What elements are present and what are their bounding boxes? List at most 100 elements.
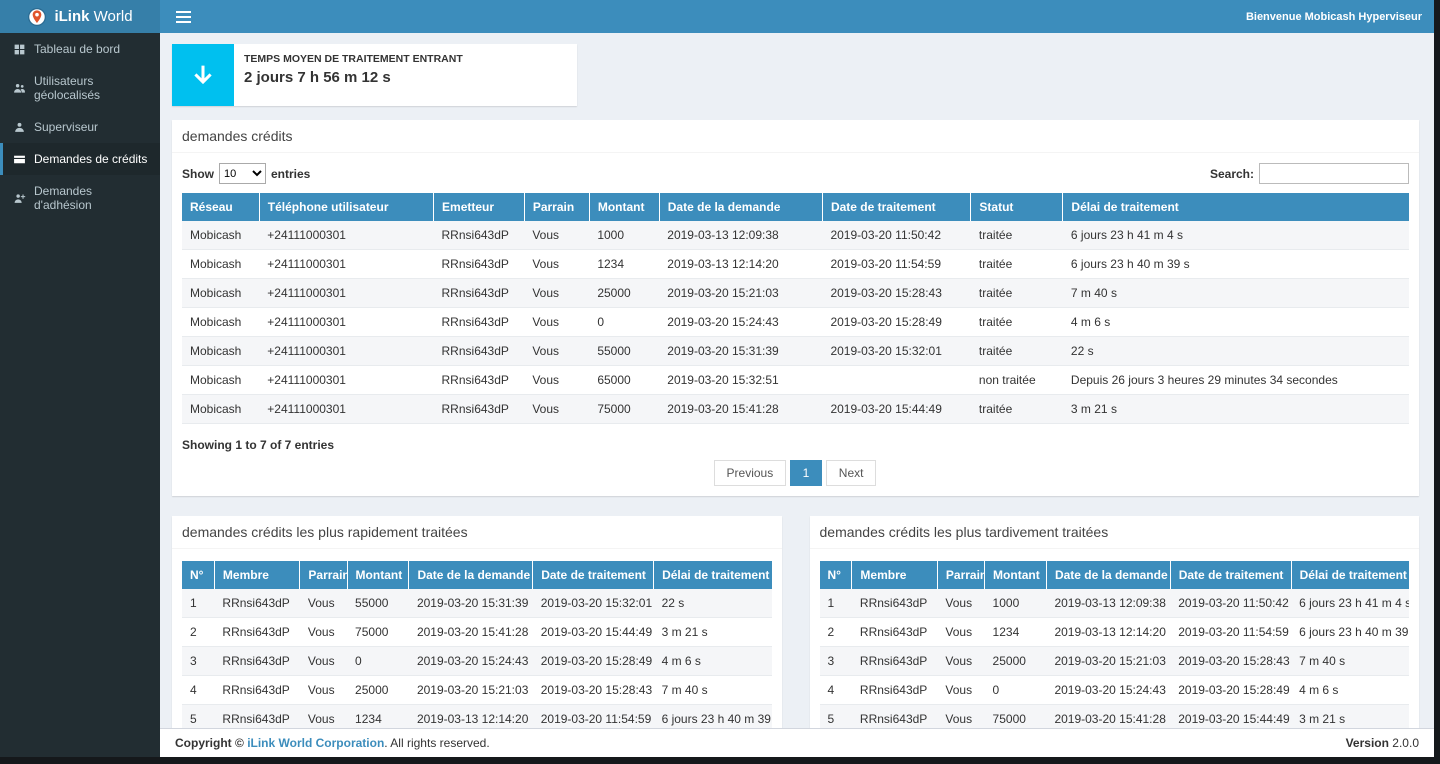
- table-cell: RRnsi643dP: [214, 618, 299, 647]
- page-length-select[interactable]: 10: [219, 163, 266, 184]
- table-cell: Vous: [524, 337, 589, 366]
- table-cell: RRnsi643dP: [214, 676, 299, 705]
- table-cell: +24111000301: [259, 366, 433, 395]
- sidebar-toggle-button[interactable]: [172, 5, 195, 29]
- table-cell: Mobicash: [182, 366, 259, 395]
- brand-name: iLink World: [54, 8, 132, 25]
- table-cell: RRnsi643dP: [434, 250, 525, 279]
- table-row: 2RRnsi643dPVous12342019-03-13 12:14:2020…: [820, 618, 1410, 647]
- supervisor-icon: [13, 121, 26, 134]
- table-cell: 2019-03-20 15:32:01: [533, 589, 654, 618]
- column-header: N°: [820, 561, 852, 589]
- sidebar-item-label: Superviseur: [34, 120, 98, 134]
- sidebar-item-label: Demandes d'adhésion: [34, 184, 151, 212]
- pagination-page-1-button[interactable]: 1: [790, 460, 823, 486]
- table-cell: 2019-03-20 15:28:43: [822, 279, 970, 308]
- brand-name-bold: iLink: [54, 8, 89, 25]
- company-link[interactable]: iLink World Corporation: [247, 736, 384, 750]
- sidebar-item-tableau-de-bord[interactable]: Tableau de bord: [0, 33, 160, 65]
- fastest-credits-table: N°MembreParrainMontantDate de la demande…: [182, 561, 772, 728]
- table-cell: +24111000301: [259, 308, 433, 337]
- avg-processing-time-infobox: TEMPS MOYEN DE TRAITEMENT ENTRANT 2 jour…: [172, 44, 577, 106]
- column-header[interactable]: Statut: [971, 193, 1063, 221]
- table-row: Mobicash+24111000301RRnsi643dPVous650002…: [182, 366, 1409, 395]
- sidebar-item-demandes-de-credits[interactable]: Demandes de crédits: [0, 143, 160, 175]
- table-row: Mobicash+24111000301RRnsi643dPVous123420…: [182, 250, 1409, 279]
- brand-globe-pin-icon: [27, 7, 47, 27]
- table-cell: 4: [182, 676, 214, 705]
- table-cell: RRnsi643dP: [214, 705, 299, 729]
- table-cell: 2019-03-20 15:28:43: [1170, 647, 1291, 676]
- table-info-text: Showing 1 to 7 of 7 entries: [182, 438, 1409, 452]
- column-header[interactable]: Réseau: [182, 193, 259, 221]
- table-cell: 2019-03-20 15:28:43: [533, 676, 654, 705]
- column-header: Délai de traitement: [654, 561, 772, 589]
- column-header[interactable]: Date de la demande: [659, 193, 822, 221]
- table-cell: Mobicash: [182, 395, 259, 424]
- version-label: Version: [1346, 736, 1389, 750]
- table-cell: 6 jours 23 h 40 m 39 s: [1291, 618, 1409, 647]
- brand-name-light: World: [94, 8, 133, 25]
- table-cell: 2019-03-13 12:14:20: [659, 250, 822, 279]
- sidebar-item-demandes-adhesion[interactable]: Demandes d'adhésion: [0, 175, 160, 221]
- sidebar-item-utilisateurs-geolocalises[interactable]: Utilisateurs géolocalisés: [0, 65, 160, 111]
- table-cell: Mobicash: [182, 250, 259, 279]
- credits-table: RéseauTéléphone utilisateurEmetteurParra…: [182, 193, 1409, 424]
- table-cell: Mobicash: [182, 308, 259, 337]
- sidebar-item-superviseur[interactable]: Superviseur: [0, 111, 160, 143]
- search-input[interactable]: [1259, 163, 1409, 184]
- slowest-credits-panel: demandes crédits les plus tardivement tr…: [810, 516, 1420, 728]
- column-header: Date de traitement: [533, 561, 654, 589]
- table-cell: 2019-03-13 12:09:38: [659, 221, 822, 250]
- column-header: Délai de traitement: [1291, 561, 1409, 589]
- rights-text: . All rights reserved.: [384, 736, 489, 750]
- table-cell: RRnsi643dP: [214, 647, 299, 676]
- table-cell: 2019-03-20 15:41:28: [409, 618, 533, 647]
- brand-logo[interactable]: iLink World: [0, 0, 160, 33]
- table-row: Mobicash+24111000301RRnsi643dPVous750002…: [182, 395, 1409, 424]
- table-cell: 2019-03-13 12:14:20: [1046, 618, 1170, 647]
- column-header[interactable]: Montant: [589, 193, 659, 221]
- table-cell: 25000: [589, 279, 659, 308]
- table-cell: 2019-03-20 15:24:43: [659, 308, 822, 337]
- column-header: N°: [182, 561, 214, 589]
- sidebar-item-label: Utilisateurs géolocalisés: [34, 74, 151, 102]
- column-header[interactable]: Date de traitement: [822, 193, 970, 221]
- search-label: Search:: [1210, 167, 1254, 181]
- table-cell: 2019-03-20 15:24:43: [1046, 676, 1170, 705]
- table-cell: traitée: [971, 395, 1063, 424]
- top-navbar: iLink World Bienvenue Mobicash Hypervise…: [0, 0, 1434, 33]
- table-cell: 4 m 6 s: [1063, 308, 1409, 337]
- table-cell: traitée: [971, 337, 1063, 366]
- table-cell: Vous: [300, 676, 347, 705]
- column-header: Parrain: [300, 561, 347, 589]
- table-cell: Mobicash: [182, 279, 259, 308]
- fastest-panel-title: demandes crédits les plus rapidement tra…: [172, 516, 782, 549]
- column-header[interactable]: Téléphone utilisateur: [259, 193, 433, 221]
- pagination-next-button[interactable]: Next: [826, 460, 877, 486]
- credits-panel-title: demandes crédits: [172, 120, 1419, 153]
- column-header[interactable]: Emetteur: [434, 193, 525, 221]
- pagination-previous-button[interactable]: Previous: [714, 460, 787, 486]
- pagination: Previous 1 Next: [182, 460, 1409, 486]
- table-cell: Depuis 26 jours 3 heures 29 minutes 34 s…: [1063, 366, 1409, 395]
- table-cell: Vous: [524, 395, 589, 424]
- membership-requests-icon: [13, 192, 26, 205]
- table-cell: RRnsi643dP: [434, 337, 525, 366]
- column-header: Montant: [985, 561, 1047, 589]
- table-cell: traitée: [971, 308, 1063, 337]
- table-row: Mobicash+24111000301RRnsi643dPVous100020…: [182, 221, 1409, 250]
- slowest-credits-table: N°MembreParrainMontantDate de la demande…: [820, 561, 1410, 728]
- table-cell: 2019-03-20 11:54:59: [1170, 618, 1291, 647]
- table-cell: 7 m 40 s: [654, 676, 772, 705]
- column-header: Date de traitement: [1170, 561, 1291, 589]
- column-header[interactable]: Délai de traitement: [1063, 193, 1409, 221]
- table-cell: 5: [182, 705, 214, 729]
- table-cell: RRnsi643dP: [434, 308, 525, 337]
- table-cell: 6 jours 23 h 41 m 4 s: [1291, 589, 1409, 618]
- column-header[interactable]: Parrain: [524, 193, 589, 221]
- table-cell: 2019-03-20 15:32:51: [659, 366, 822, 395]
- table-cell: 0: [589, 308, 659, 337]
- table-cell: +24111000301: [259, 395, 433, 424]
- fastest-credits-panel: demandes crédits les plus rapidement tra…: [172, 516, 782, 728]
